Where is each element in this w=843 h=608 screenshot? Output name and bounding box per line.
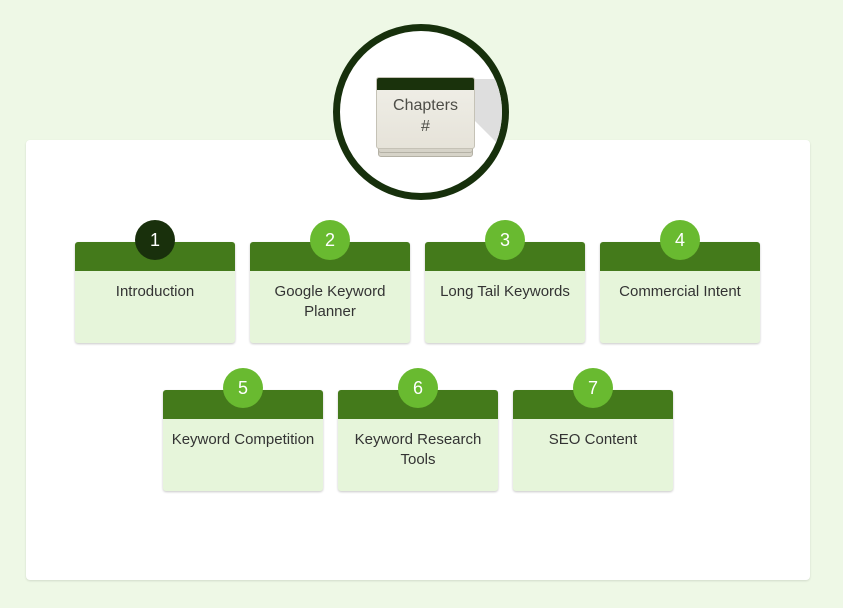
chapter-number-badge: 1 xyxy=(135,220,175,260)
book-spine xyxy=(377,78,474,90)
chapter-number-badge: 2 xyxy=(310,220,350,260)
chapters-panel xyxy=(26,140,810,580)
chapter-card-7[interactable]: 7 SEO Content xyxy=(513,368,673,491)
book-subtitle-line: # xyxy=(421,118,430,135)
chapter-number-badge: 4 xyxy=(660,220,700,260)
chapter-title: Long Tail Keywords xyxy=(440,283,570,300)
chapter-card-1[interactable]: 1 Introduction xyxy=(75,220,235,343)
chapter-title: Commercial Intent xyxy=(619,283,741,300)
chapter-number-badge: 7 xyxy=(573,368,613,408)
book-icon: Chapters # xyxy=(376,77,475,157)
book-title: Chapters # xyxy=(377,95,474,137)
chapter-number-badge: 6 xyxy=(398,368,438,408)
chapter-title: Introduction xyxy=(115,283,195,300)
chapter-card-4[interactable]: 4 Commercial Intent xyxy=(600,220,760,343)
chapter-card-2[interactable]: 2 Google Keyword Planner xyxy=(250,220,410,343)
book-cover: Chapters # xyxy=(376,77,475,149)
chapter-card-6[interactable]: 6 Keyword Research Tools xyxy=(338,368,498,491)
book-title-line: Chapters xyxy=(393,97,458,114)
chapter-title: Keyword Research Tools xyxy=(354,431,482,468)
chapter-number-badge: 3 xyxy=(485,220,525,260)
chapter-number-badge: 5 xyxy=(223,368,263,408)
chapter-card-3[interactable]: 3 Long Tail Keywords xyxy=(425,220,585,343)
chapter-title: Google Keyword Planner xyxy=(274,283,386,320)
chapters-book-badge: Chapters # xyxy=(333,24,509,200)
chapter-card-5[interactable]: 5 Keyword Competition xyxy=(163,368,323,491)
chapter-title: Keyword Competition xyxy=(171,431,315,448)
chapter-title: SEO Content xyxy=(548,431,638,448)
